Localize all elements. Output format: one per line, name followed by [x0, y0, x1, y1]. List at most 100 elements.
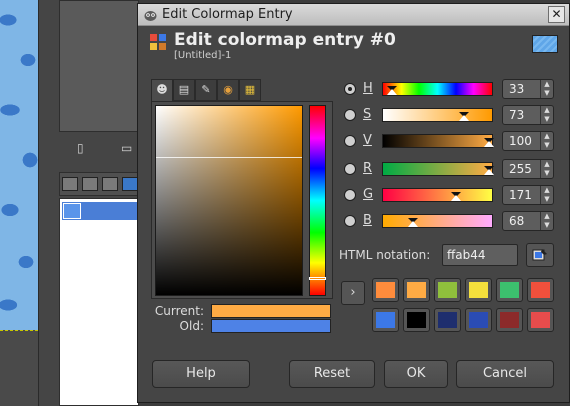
help-button[interactable]: Help: [152, 360, 250, 388]
old-label: Old:: [179, 319, 204, 333]
channel-row-g: G 171 ▲ ▼: [344, 185, 566, 207]
dock-tabs: [59, 172, 139, 196]
spin-arrows-icon[interactable]: ▲ ▼: [540, 186, 553, 204]
channel-row-s: S 73 ▲ ▼: [344, 105, 566, 127]
image-name: [Untitled]-1: [174, 50, 232, 61]
radio-h[interactable]: [344, 83, 356, 95]
slider-b[interactable]: [382, 214, 493, 228]
spin-arrows-icon[interactable]: ▲ ▼: [540, 132, 553, 150]
spinbox-s[interactable]: 73 ▲ ▼: [502, 105, 554, 125]
spinbox-g[interactable]: 171 ▲ ▼: [502, 185, 554, 205]
history-color-3[interactable]: [434, 278, 461, 302]
canvas-texture: [0, 0, 38, 330]
dock-tab-icon[interactable]: [122, 177, 138, 191]
spin-arrows-icon[interactable]: ▲ ▼: [540, 80, 553, 98]
colormap-entry-selected[interactable]: [62, 202, 138, 220]
html-notation-input[interactable]: ffab44: [442, 244, 518, 266]
tab-cmyk-selector[interactable]: ▤: [173, 79, 195, 101]
old-color-swatch[interactable]: [211, 319, 331, 333]
canvas-edge: [0, 330, 38, 406]
tab-wheel-selector[interactable]: ◉: [217, 79, 239, 101]
brush-icon: ✎: [201, 83, 211, 96]
history-color-1[interactable]: [372, 278, 399, 302]
history-color-4[interactable]: [465, 278, 492, 302]
history-color-6[interactable]: [527, 278, 554, 302]
history-color-2[interactable]: [403, 278, 430, 302]
channel-label-s: S: [363, 107, 372, 122]
dock-tab-icon[interactable]: [102, 177, 118, 191]
dock-tab-icon[interactable]: [62, 177, 78, 191]
tab-gimp-selector[interactable]: ☻: [151, 79, 173, 102]
spinbox-h[interactable]: 33 ▲ ▼: [502, 79, 554, 99]
slider-b-marker-bottom: [408, 221, 418, 227]
add-to-history-button[interactable]: ›: [341, 281, 365, 305]
spin-arrows-icon[interactable]: ▲ ▼: [540, 212, 553, 230]
cancel-button[interactable]: Cancel: [456, 360, 554, 388]
hue-strip[interactable]: [309, 105, 326, 296]
radio-g[interactable]: [344, 189, 356, 201]
background-dock: ▯ ▭: [38, 0, 139, 406]
color-picker-button[interactable]: [526, 243, 554, 267]
spinbox-r[interactable]: 255 ▲ ▼: [502, 159, 554, 179]
colormap-icon: [150, 34, 166, 50]
radio-r[interactable]: [344, 163, 356, 175]
channel-row-v: V 100 ▲ ▼: [344, 131, 566, 153]
palette-icon: ▦: [244, 83, 256, 96]
history-color-11[interactable]: [496, 308, 523, 332]
slider-v[interactable]: [382, 134, 494, 148]
radio-v[interactable]: [344, 135, 356, 147]
radio-b[interactable]: [344, 215, 356, 227]
slider-h[interactable]: [382, 82, 493, 96]
dock-toolbar: ▯ ▭: [59, 138, 139, 160]
dock-pane: [59, 0, 139, 132]
reset-button[interactable]: Reset: [289, 360, 375, 388]
slider-s[interactable]: [382, 108, 493, 122]
color-compare-labels: Current: Old:: [152, 304, 204, 334]
slider-v-marker-bottom: [484, 141, 494, 147]
channel-label-g: G: [363, 187, 374, 202]
spinbox-v[interactable]: 100 ▲ ▼: [502, 131, 554, 151]
title-bar: Edit Colormap Entry ✕: [138, 4, 569, 26]
document-icon[interactable]: ▯: [77, 141, 84, 155]
folder-icon[interactable]: ▭: [121, 141, 132, 155]
tab-palette-selector[interactable]: ▦: [239, 79, 261, 101]
window-title: Edit Colormap Entry: [162, 7, 293, 22]
history-color-9[interactable]: [434, 308, 461, 332]
channel-row-r: R 255 ▲ ▼: [344, 159, 566, 181]
history-color-12[interactable]: [527, 308, 554, 332]
selection-crosshair: [156, 157, 302, 158]
saturation-value-square[interactable]: [155, 105, 303, 296]
channel-label-v: V: [363, 133, 372, 148]
html-notation-label: HTML notation:: [339, 248, 431, 262]
ok-button[interactable]: OK: [384, 360, 448, 388]
slider-g[interactable]: [382, 188, 493, 202]
channel-label-r: R: [363, 161, 373, 176]
spin-arrows-icon[interactable]: ▲ ▼: [540, 106, 553, 124]
channel-row-h: H 33 ▲ ▼: [344, 79, 566, 101]
slider-s-marker-bottom: [459, 115, 469, 121]
history-color-5[interactable]: [496, 278, 523, 302]
spinbox-b[interactable]: 68 ▲ ▼: [502, 211, 554, 231]
spin-arrows-icon[interactable]: ▲ ▼: [540, 160, 553, 178]
channel-row-b: B 68 ▲ ▼: [344, 211, 566, 233]
slider-r-marker-bottom: [484, 169, 494, 175]
channel-label-b: B: [363, 213, 372, 228]
history-color-8[interactable]: [403, 308, 430, 332]
color-wheel-icon: ◉: [223, 83, 233, 96]
tab-watercolor-selector[interactable]: ✎: [195, 79, 217, 101]
dock-tab-icon[interactable]: [82, 177, 98, 191]
gimp-icon: [144, 11, 157, 21]
gimp-selector-page: [151, 101, 333, 299]
slider-h-marker-bottom: [387, 89, 397, 95]
channel-label-h: H: [363, 81, 373, 96]
hue-marker[interactable]: [309, 277, 326, 280]
image-preview: [532, 35, 558, 53]
history-color-10[interactable]: [465, 308, 492, 332]
history-color-7[interactable]: [372, 308, 399, 332]
radio-s[interactable]: [344, 109, 356, 121]
slider-g-marker-bottom: [451, 195, 461, 201]
slider-r[interactable]: [382, 162, 494, 176]
close-button[interactable]: ✕: [548, 6, 565, 23]
edit-colormap-dialog: Edit Colormap Entry ✕ Edit colormap entr…: [137, 3, 570, 403]
header-title: Edit colormap entry #0: [174, 30, 396, 50]
